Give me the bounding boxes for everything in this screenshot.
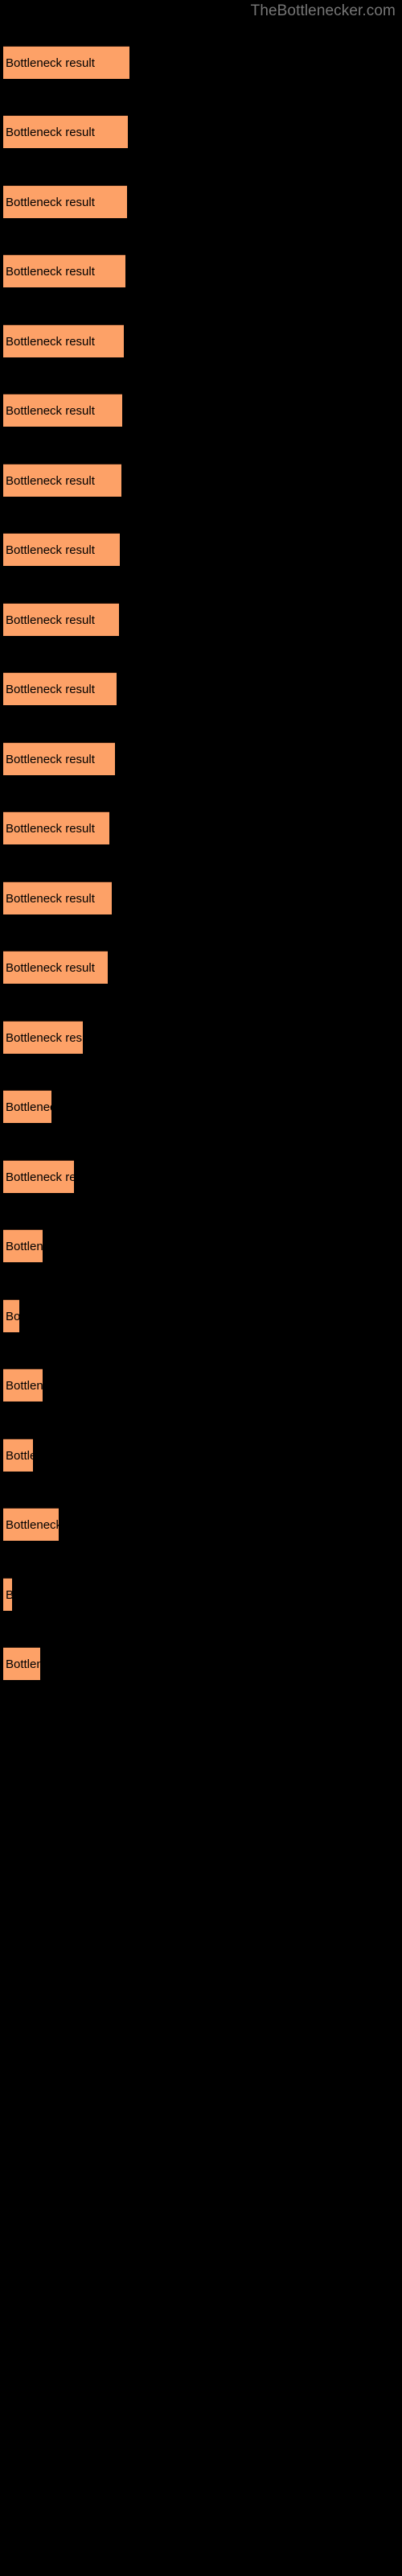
bar-rect[interactable]: Bottleneck result bbox=[3, 1647, 40, 1680]
bar-label: Bottleneck result bbox=[6, 335, 95, 349]
bar-label: Bottleneck result bbox=[6, 613, 95, 627]
bar-label: Bottleneck result bbox=[6, 1449, 33, 1463]
bar-rect[interactable]: Bottleneck result bbox=[3, 811, 109, 844]
bar-label: Bottleneck result bbox=[6, 1379, 43, 1393]
bar-label: Bottleneck result bbox=[6, 1310, 19, 1323]
bar-rect[interactable]: Bottleneck result bbox=[3, 881, 112, 914]
bar-rect[interactable]: Bottleneck result bbox=[3, 185, 127, 218]
bar-rect[interactable]: Bottleneck result bbox=[3, 254, 125, 287]
bar-rect[interactable]: Bottleneck result bbox=[3, 533, 120, 566]
bar-label: Bottleneck result bbox=[6, 1170, 74, 1184]
bar-label: Bottleneck result bbox=[6, 1100, 51, 1114]
bottleneck-bar-chart: TheBottlenecker.com Bottleneck result Bot… bbox=[0, 0, 402, 2576]
bar-label: Bottleneck result bbox=[6, 543, 95, 557]
bar-label: Bottleneck result bbox=[6, 196, 95, 209]
bar-label: Bottleneck result bbox=[6, 265, 95, 279]
bar-label: Bottleneck result bbox=[6, 683, 95, 696]
bar-label: Bottleneck result bbox=[6, 1518, 59, 1532]
bar-label: Bottleneck result bbox=[6, 1579, 12, 1611]
bar-rect[interactable]: Bottleneck result bbox=[3, 1229, 43, 1262]
bar-rect[interactable]: Bottleneck result bbox=[3, 1299, 19, 1332]
bar-label: Bottleneck result bbox=[6, 56, 95, 70]
bar-rect[interactable]: Bottleneck result bbox=[3, 1021, 83, 1054]
bar-rect[interactable]: Bottleneck result bbox=[3, 1508, 59, 1541]
bar-label: Bottleneck result bbox=[6, 892, 95, 906]
bar-label: Bottleneck result bbox=[6, 753, 95, 766]
bar-label: Bottleneck result bbox=[6, 1657, 40, 1671]
bar-rect[interactable]: Bottleneck result bbox=[3, 672, 117, 705]
bar-label: Bottleneck result bbox=[6, 474, 95, 488]
bar-rect[interactable]: Bottleneck result bbox=[3, 1439, 33, 1472]
bar-rect[interactable]: Bottleneck result bbox=[3, 46, 129, 79]
bar-rect[interactable]: Bottleneck result bbox=[3, 1090, 51, 1123]
bar-rect[interactable]: Bottleneck result bbox=[3, 742, 115, 775]
bar-label: Bottleneck result bbox=[6, 126, 95, 139]
bar-rect[interactable]: Bottleneck result bbox=[3, 464, 121, 497]
bar-rect[interactable]: Bottleneck result bbox=[3, 951, 108, 984]
bar-label: Bottleneck result bbox=[6, 1240, 43, 1253]
bar-rect[interactable]: Bottleneck result bbox=[3, 324, 124, 357]
bar-rect[interactable]: Bottleneck result bbox=[3, 1160, 74, 1193]
bar-rect[interactable]: Bottleneck result bbox=[3, 603, 119, 636]
bar-label: Bottleneck result bbox=[6, 822, 95, 836]
bar-rect[interactable]: Bottleneck result bbox=[3, 1368, 43, 1402]
bar-label: Bottleneck result bbox=[6, 961, 95, 975]
bar-label: Bottleneck result bbox=[6, 404, 95, 418]
bar-rect[interactable]: Bottleneck result bbox=[3, 1578, 12, 1611]
bar-series-container: Bottleneck result Bottleneck result Bottle… bbox=[0, 0, 402, 2576]
bar-rect[interactable]: Bottleneck result bbox=[3, 115, 128, 148]
bar-label: Bottleneck result bbox=[6, 1031, 83, 1045]
bar-rect[interactable]: Bottleneck result bbox=[3, 394, 122, 427]
